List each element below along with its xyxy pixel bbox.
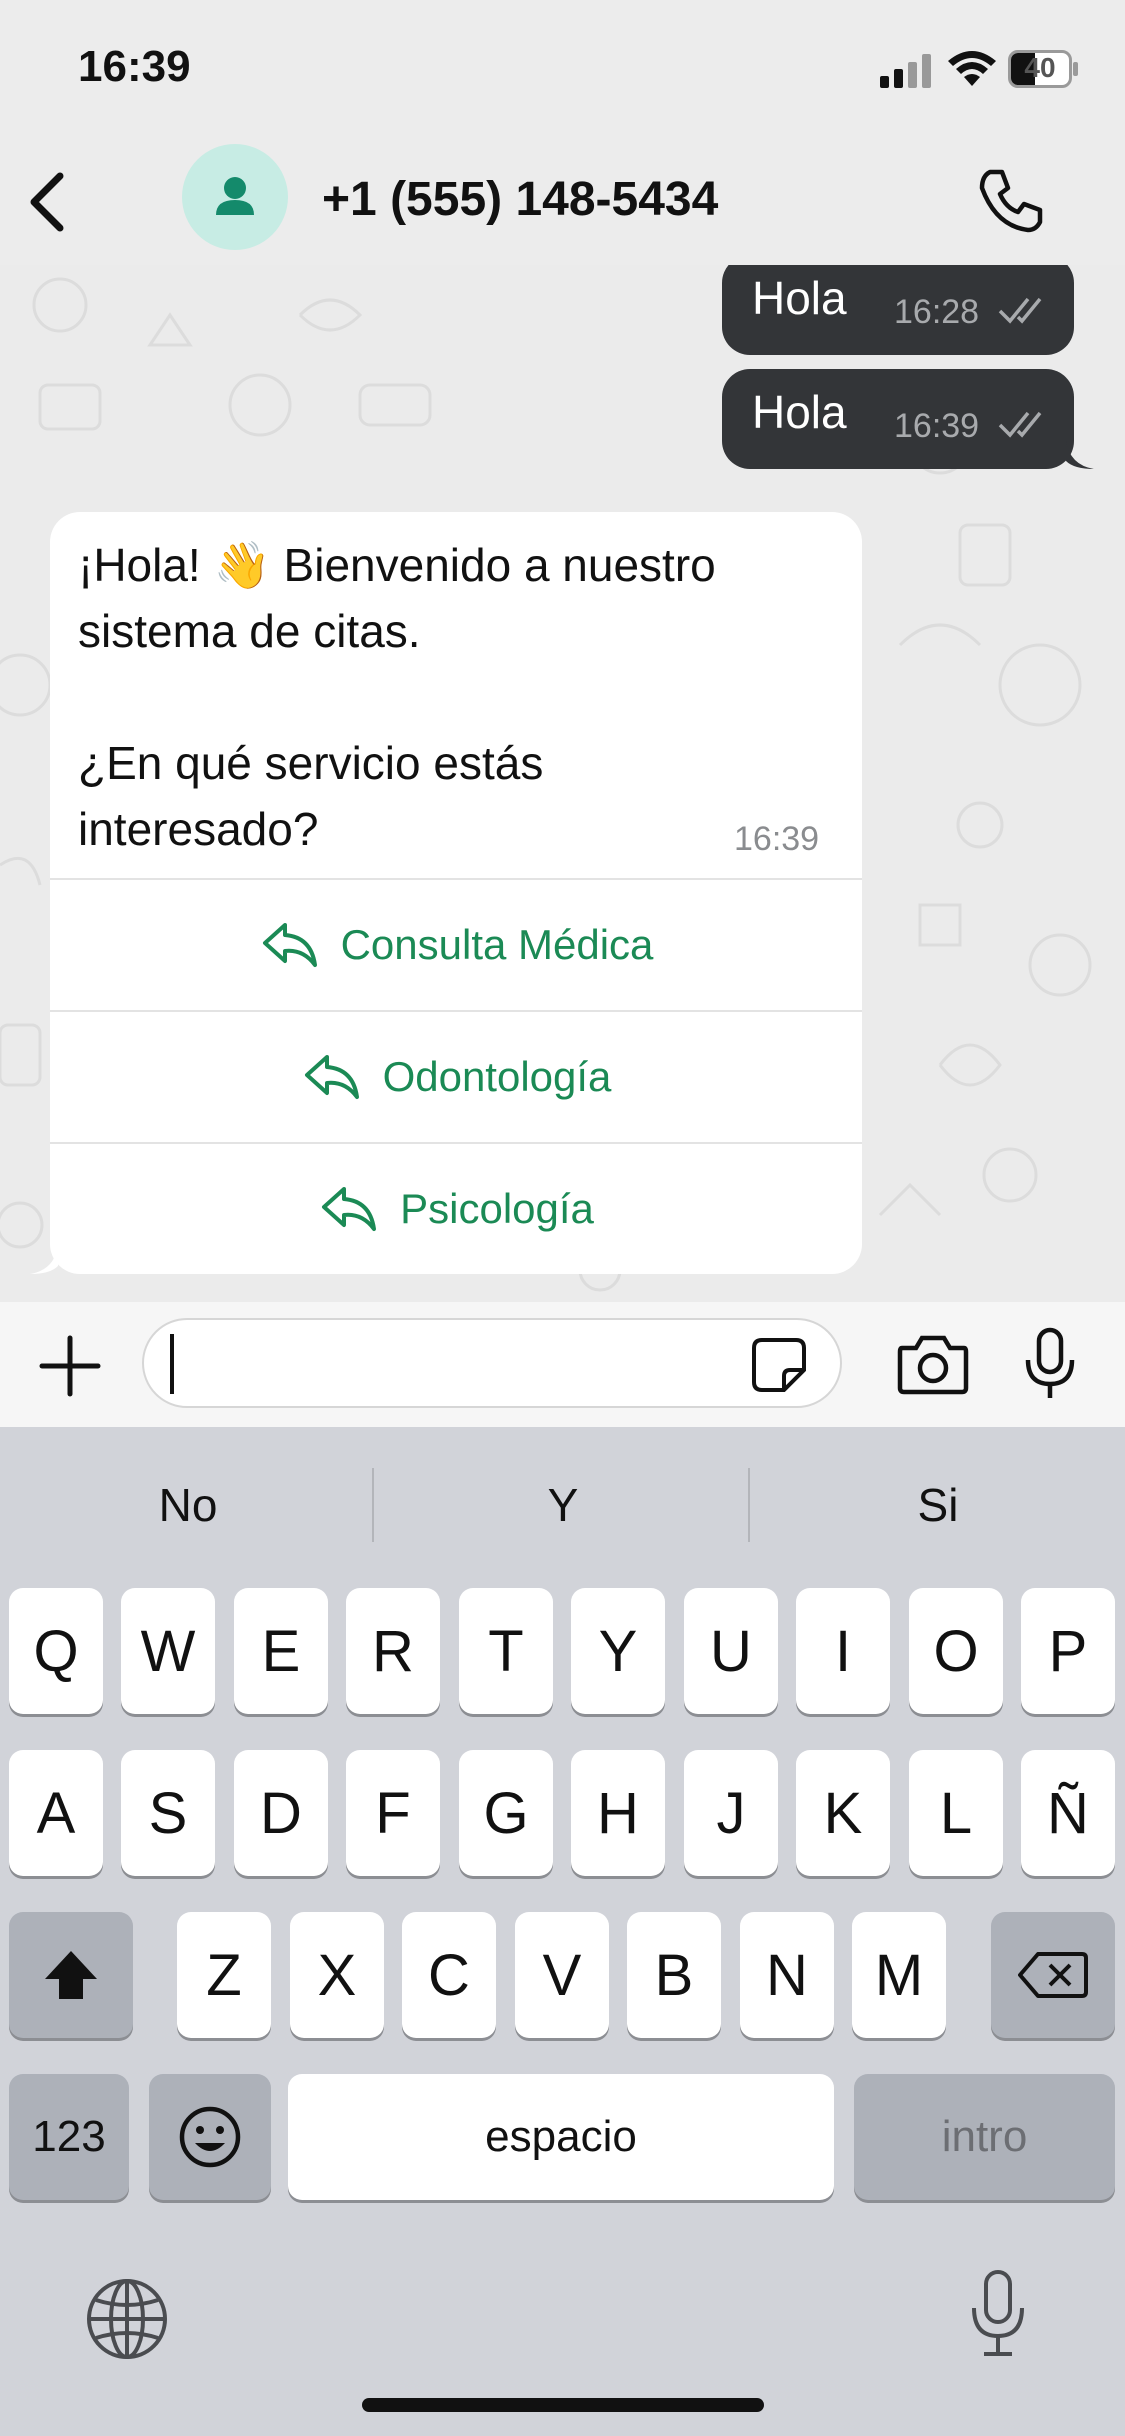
key-m[interactable]: M: [852, 1912, 946, 2038]
key-b[interactable]: B: [627, 1912, 721, 2038]
text-cursor: [170, 1334, 174, 1394]
plus-icon[interactable]: [38, 1334, 102, 1398]
message-input[interactable]: [142, 1318, 842, 1408]
outgoing-message[interactable]: Hola 16:39: [722, 369, 1074, 469]
message-line: ¿En qué servicio estás: [78, 737, 544, 789]
key-g[interactable]: G: [459, 1750, 553, 1876]
reply-option-odontologia[interactable]: Odontología: [50, 1010, 862, 1142]
outgoing-message[interactable]: Hola 16:28: [722, 265, 1074, 355]
key-q[interactable]: Q: [9, 1588, 103, 1714]
message-time: 16:39: [734, 820, 820, 858]
read-receipt-icon: [998, 295, 1048, 325]
key-w[interactable]: W: [121, 1588, 215, 1714]
option-label: Psicología: [400, 1185, 594, 1232]
wifi-icon: [948, 50, 996, 88]
numbers-key[interactable]: 123: [9, 2074, 129, 2200]
delete-key[interactable]: [991, 1912, 1115, 2038]
key-i[interactable]: I: [796, 1588, 890, 1714]
option-label: Consulta Médica: [340, 921, 654, 968]
key-k[interactable]: K: [796, 1750, 890, 1876]
suggestion-divider: [372, 1468, 374, 1542]
globe-icon[interactable]: [84, 2276, 170, 2362]
battery-level: 40: [1024, 52, 1056, 83]
microphone-icon[interactable]: [1022, 1326, 1078, 1402]
key-c[interactable]: C: [402, 1912, 496, 2038]
key-p[interactable]: P: [1021, 1588, 1115, 1714]
suggestion-divider: [748, 1468, 750, 1542]
suggestion-y[interactable]: Y: [383, 1460, 743, 1550]
message-time: 16:28: [894, 293, 980, 331]
shift-key[interactable]: [9, 1912, 133, 2038]
message-line: interesado?: [78, 803, 319, 855]
battery-icon: 40: [1008, 50, 1078, 88]
suggestion-no[interactable]: No: [8, 1460, 368, 1550]
reply-icon: [262, 923, 317, 967]
chat-header: +1 (555) 148-5434: [0, 140, 1125, 265]
key-n[interactable]: N: [740, 1912, 834, 2038]
suggestion-si[interactable]: Si: [758, 1460, 1118, 1550]
key-j[interactable]: J: [684, 1750, 778, 1876]
bubble-tail: [1066, 441, 1096, 469]
key-h[interactable]: H: [571, 1750, 665, 1876]
incoming-message-card: ¡Hola! 👋 Bienvenido a nuestro sistema de…: [50, 512, 862, 1274]
key-a[interactable]: A: [9, 1750, 103, 1876]
reply-icon: [322, 1187, 377, 1231]
home-indicator[interactable]: [362, 2398, 764, 2412]
shift-icon: [45, 1951, 97, 1999]
reply-icon: [304, 1055, 359, 1099]
read-receipt-icon: [998, 409, 1048, 439]
emoji-key[interactable]: [149, 2074, 271, 2200]
avatar[interactable]: [182, 144, 288, 250]
back-icon[interactable]: [22, 170, 72, 234]
bubble-tail: [28, 1246, 58, 1274]
key-d[interactable]: D: [234, 1750, 328, 1876]
key-e[interactable]: E: [234, 1588, 328, 1714]
key-y[interactable]: Y: [571, 1588, 665, 1714]
key-x[interactable]: X: [290, 1912, 384, 2038]
key-l[interactable]: L: [909, 1750, 1003, 1876]
message-line: sistema de citas.: [78, 605, 421, 657]
phone-call-icon[interactable]: [976, 166, 1046, 236]
message-line: ¡Hola! 👋 Bienvenido a nuestro: [78, 539, 716, 591]
dictation-mic-icon[interactable]: [968, 2268, 1028, 2358]
signal-icon: [880, 54, 932, 88]
reply-option-psicologia[interactable]: Psicología: [50, 1142, 862, 1274]
key-r[interactable]: R: [346, 1588, 440, 1714]
status-time: 16:39: [78, 42, 191, 91]
option-label: Odontología: [382, 1053, 612, 1100]
space-key[interactable]: espacio: [288, 2074, 834, 2200]
key-s[interactable]: S: [121, 1750, 215, 1876]
message-text: Hola: [752, 386, 847, 438]
key-z[interactable]: Z: [177, 1912, 271, 2038]
reply-option-consulta-medica[interactable]: Consulta Médica: [50, 878, 862, 1010]
key-enie[interactable]: Ñ: [1021, 1750, 1115, 1876]
key-t[interactable]: T: [459, 1588, 553, 1714]
camera-icon[interactable]: [896, 1332, 970, 1396]
key-v[interactable]: V: [515, 1912, 609, 2038]
contact-name[interactable]: +1 (555) 148-5434: [322, 172, 718, 227]
message-time: 16:39: [894, 407, 980, 445]
status-bar: 16:39 40: [0, 0, 1125, 140]
key-o[interactable]: O: [909, 1588, 1003, 1714]
backspace-icon: [1018, 1952, 1088, 1998]
message-text: ¡Hola! 👋 Bienvenido a nuestro sistema de…: [78, 532, 838, 862]
person-icon: [216, 177, 254, 215]
key-f[interactable]: F: [346, 1750, 440, 1876]
return-key[interactable]: intro: [854, 2074, 1115, 2200]
key-u[interactable]: U: [684, 1588, 778, 1714]
sticker-icon[interactable]: [750, 1336, 808, 1394]
message-text: Hola: [752, 272, 847, 324]
emoji-icon: [179, 2106, 241, 2168]
